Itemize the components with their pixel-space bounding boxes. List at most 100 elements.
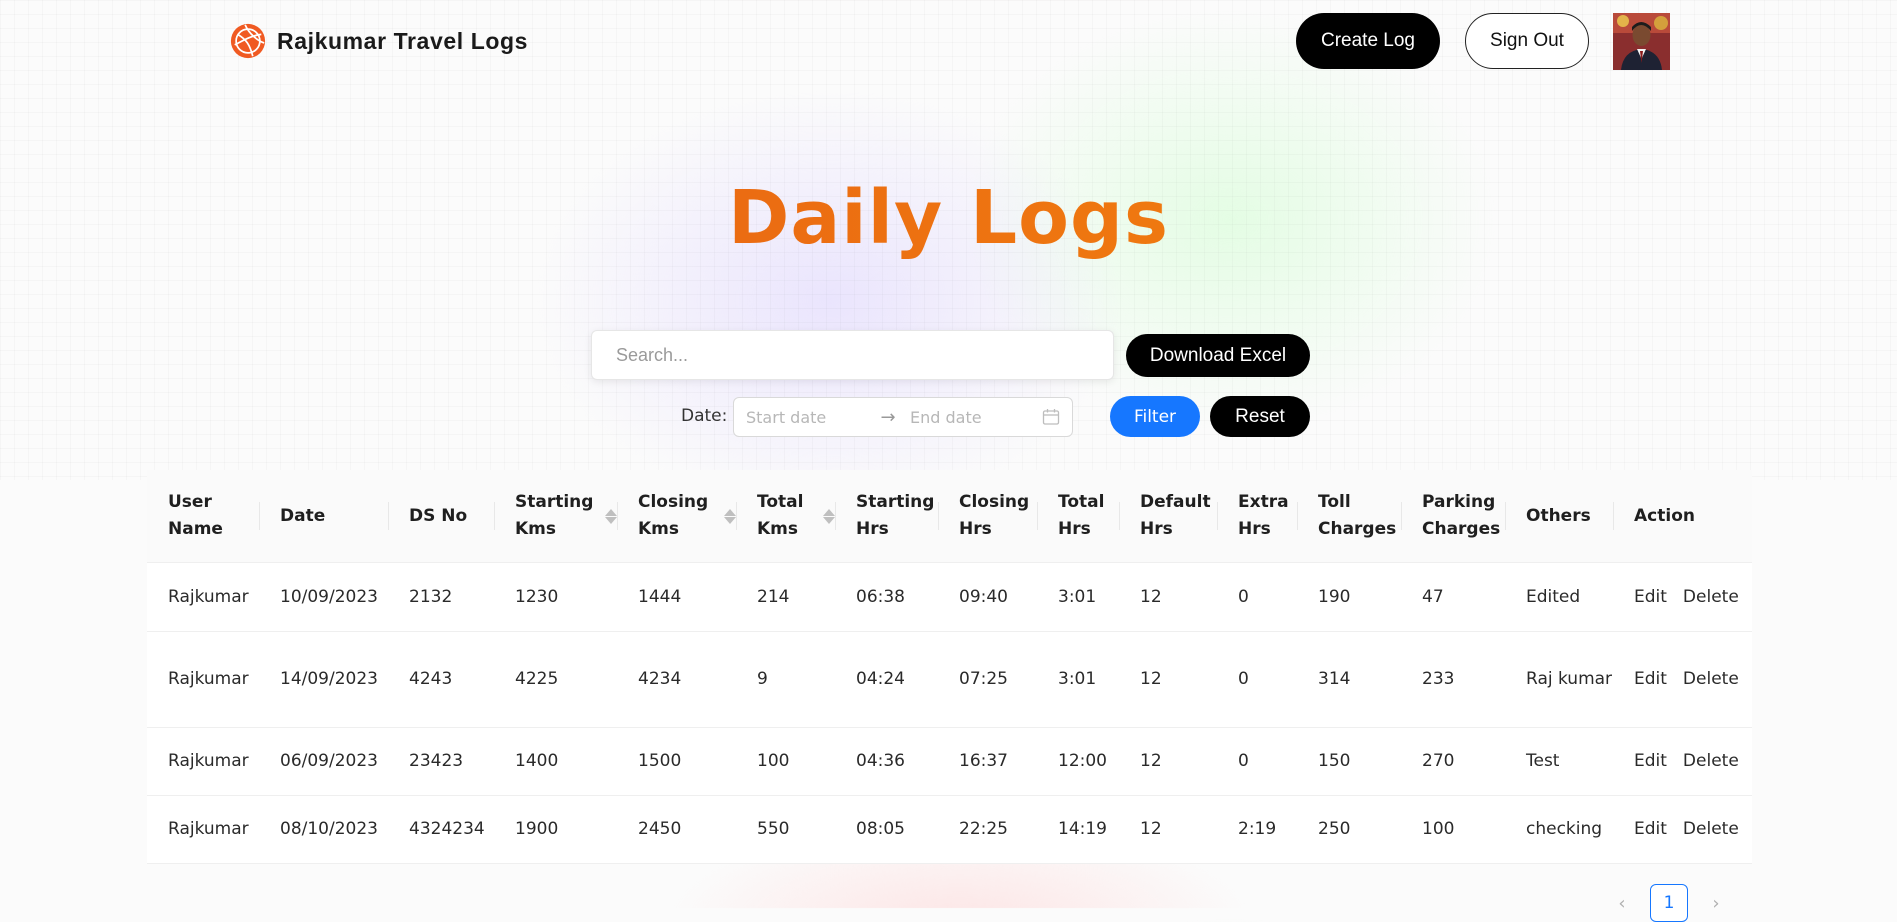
calendar-icon (1042, 409, 1060, 425)
table-cell: 1230 (494, 562, 617, 632)
page-title: Daily Logs (0, 168, 1897, 268)
table-cell: Rajkumar (147, 727, 259, 796)
action-cell: Edit Delete (1613, 631, 1752, 728)
table-cell: 08/10/2023 (259, 795, 388, 864)
table-cell: 150 (1297, 727, 1401, 796)
table-cell: 09:40 (938, 562, 1037, 632)
edit-link[interactable]: Edit (1634, 819, 1667, 839)
table-cell: checking (1505, 795, 1613, 864)
column-header: Starting Hrs (835, 470, 938, 563)
action-cell: Edit Delete (1613, 727, 1752, 796)
column-header: Closing Hrs (938, 470, 1037, 563)
table-cell: Rajkumar (147, 562, 259, 632)
date-filter-label: Date: (681, 406, 728, 426)
table-cell: 190 (1297, 562, 1401, 632)
reset-button[interactable]: Reset (1210, 396, 1310, 437)
table-cell: 04:24 (835, 631, 938, 728)
brand-name: Rajkumar Travel Logs (277, 27, 529, 54)
table-cell: 16:37 (938, 727, 1037, 796)
table-cell: 12 (1119, 631, 1217, 728)
avatar-photo (1613, 13, 1670, 70)
column-header: Action (1613, 470, 1752, 563)
table-cell: 2132 (388, 562, 494, 632)
table-row: Rajkumar 06/09/2023 23423 1400 1500 100 … (147, 727, 1752, 796)
delete-link[interactable]: Delete (1683, 669, 1739, 689)
table-cell: 250 (1297, 795, 1401, 864)
table-cell: 07:25 (938, 631, 1037, 728)
delete-link[interactable]: Delete (1683, 751, 1739, 771)
sort-icon[interactable] (724, 508, 736, 524)
column-header: User Name (147, 470, 259, 563)
globe-icon (230, 23, 266, 59)
edit-link[interactable]: Edit (1634, 669, 1667, 689)
sign-out-button[interactable]: Sign Out (1465, 13, 1589, 69)
table-cell: 47 (1401, 562, 1505, 632)
table-cell: 12:00 (1037, 727, 1119, 796)
table-cell: 1400 (494, 727, 617, 796)
column-header-sortable[interactable]: Total Kms (736, 470, 835, 563)
table-cell: 12 (1119, 562, 1217, 632)
column-header: Extra Hrs (1217, 470, 1297, 563)
brand[interactable]: Rajkumar Travel Logs (229, 20, 528, 62)
table-cell: 233 (1401, 631, 1505, 728)
column-header-sortable[interactable]: Closing Kms (617, 470, 736, 563)
column-header: Date (259, 470, 388, 563)
table-cell: 4234 (617, 631, 736, 728)
chevron-right-icon[interactable]: › (1706, 893, 1726, 914)
table-cell: 12 (1119, 727, 1217, 796)
delete-link[interactable]: Delete (1683, 587, 1739, 607)
date-range-picker[interactable]: Start date → End date (733, 397, 1073, 437)
table-cell: 04:36 (835, 727, 938, 796)
table-cell: 0 (1217, 562, 1297, 632)
table-cell: 2:19 (1217, 795, 1297, 864)
end-date-field[interactable]: End date (910, 408, 1030, 427)
sort-icon[interactable] (823, 508, 835, 524)
delete-link[interactable]: Delete (1683, 819, 1739, 839)
sort-icon[interactable] (605, 508, 617, 524)
table-cell: Rajkumar (147, 795, 259, 864)
column-header: Parking Charges (1401, 470, 1505, 563)
column-header: Toll Charges (1297, 470, 1401, 563)
column-header-sortable[interactable]: Starting Kms (494, 470, 617, 563)
column-header: Others (1505, 470, 1613, 563)
table-cell: 14/09/2023 (259, 631, 388, 728)
chevron-left-icon[interactable]: ‹ (1612, 893, 1632, 914)
table-cell: Test (1505, 727, 1613, 796)
table-cell: Rajkumar (147, 631, 259, 728)
table-cell: 0 (1217, 631, 1297, 728)
table-cell: 10/09/2023 (259, 562, 388, 632)
table-row: Rajkumar 14/09/2023 4243 4225 4234 9 04:… (147, 631, 1752, 728)
table-cell: 3:01 (1037, 562, 1119, 632)
table-cell: 214 (736, 562, 835, 632)
table-cell: 100 (736, 727, 835, 796)
search-input[interactable] (591, 330, 1114, 380)
column-header: Total Hrs (1037, 470, 1119, 563)
table-cell: 100 (1401, 795, 1505, 864)
table-cell: 0 (1217, 727, 1297, 796)
action-cell: Edit Delete (1613, 562, 1752, 632)
table-cell: 08:05 (835, 795, 938, 864)
range-arrow-icon: → (880, 406, 896, 428)
column-header: DS No (388, 470, 494, 563)
table-row: Rajkumar 10/09/2023 2132 1230 1444 214 0… (147, 562, 1752, 632)
start-date-field[interactable]: Start date (746, 408, 866, 427)
table-cell: 06/09/2023 (259, 727, 388, 796)
table-cell: 14:19 (1037, 795, 1119, 864)
edit-link[interactable]: Edit (1634, 587, 1667, 607)
table-cell: 314 (1297, 631, 1401, 728)
filter-button[interactable]: Filter (1110, 396, 1200, 437)
avatar[interactable] (1613, 13, 1670, 70)
table-cell: 12 (1119, 795, 1217, 864)
table-cell: 9 (736, 631, 835, 728)
table-cell: 1444 (617, 562, 736, 632)
table-cell: 06:38 (835, 562, 938, 632)
page-number-button[interactable]: 1 (1650, 884, 1688, 922)
table-row: Rajkumar 08/10/2023 4324234 1900 2450 55… (147, 795, 1752, 864)
edit-link[interactable]: Edit (1634, 751, 1667, 771)
download-excel-button[interactable]: Download Excel (1126, 334, 1310, 377)
table-cell: 4324234 (388, 795, 494, 864)
create-log-button[interactable]: Create Log (1296, 13, 1440, 69)
action-cell: Edit Delete (1613, 795, 1752, 864)
pagination: ‹ 1 › (1612, 884, 1726, 922)
table-cell: 22:25 (938, 795, 1037, 864)
